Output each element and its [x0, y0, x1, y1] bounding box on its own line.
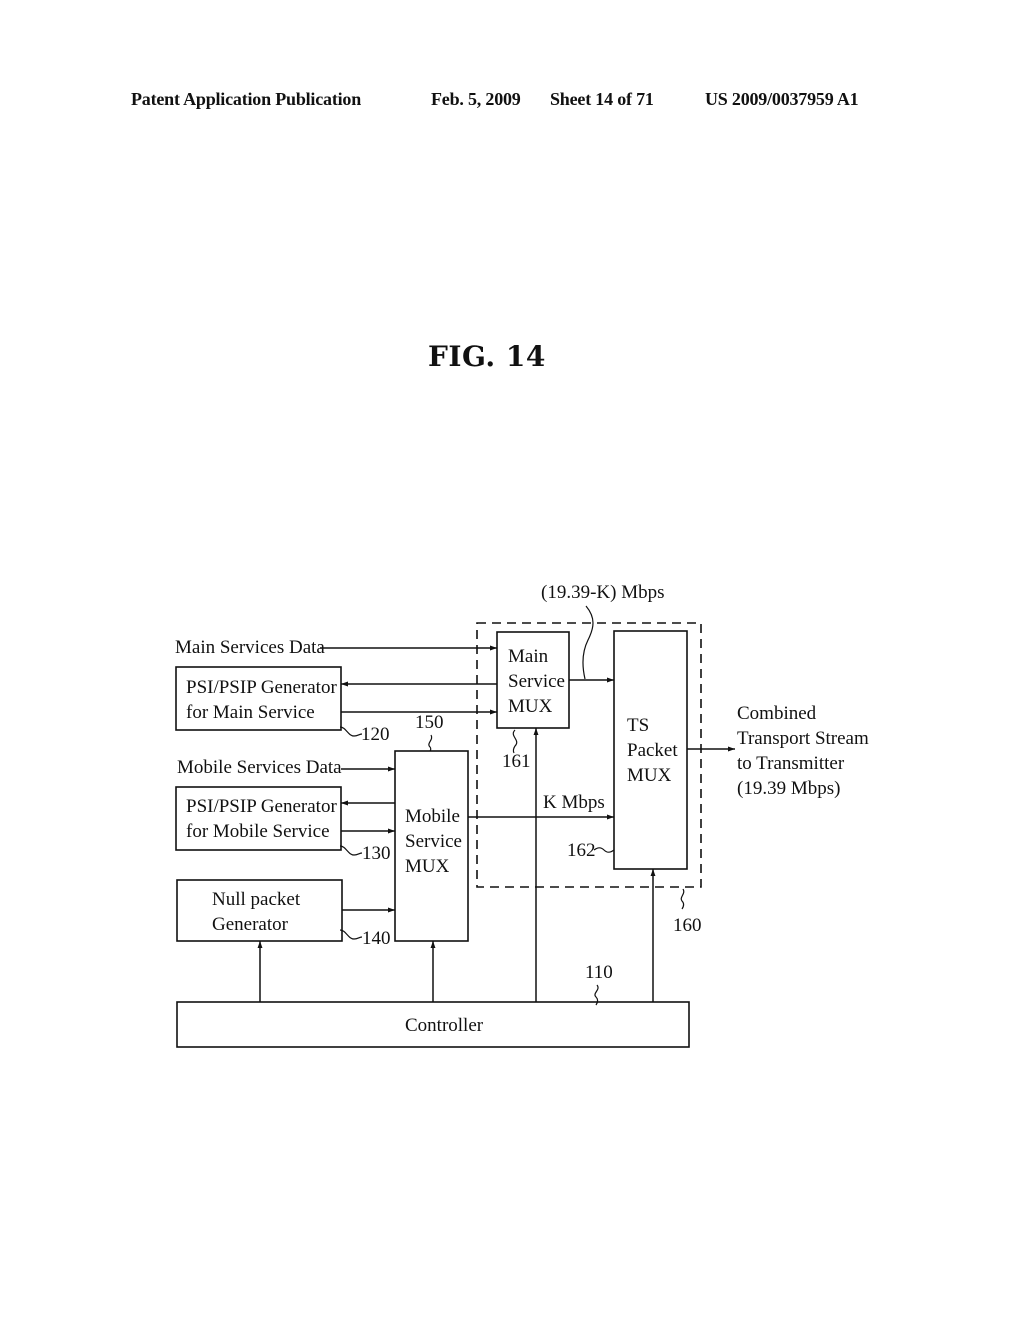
main-rate-label: (19.39-K) Mbps: [541, 582, 665, 603]
null-line1: Null packet: [212, 889, 301, 910]
main-mux-line2: Service: [508, 671, 565, 692]
main-mux-line1: Main: [508, 646, 549, 667]
mobile-mux-line2: Service: [405, 831, 462, 852]
ref-162-leader: [593, 847, 615, 853]
ref-140: 140: [362, 928, 391, 949]
ref-161-leader: [512, 729, 518, 754]
psi-mobile-line1: PSI/PSIP Generator: [186, 796, 337, 817]
ref-150: 150: [415, 712, 444, 733]
block-diagram: Main Services Data PSI/PSIP Generator fo…: [175, 582, 869, 1048]
controller-label: Controller: [405, 1015, 484, 1036]
mobile-mux-line3: MUX: [405, 856, 450, 877]
ref-162: 162: [567, 840, 596, 861]
output-line1: Combined: [737, 703, 817, 724]
mobile-services-data-label: Mobile Services Data: [177, 757, 342, 778]
ref-140-leader: [339, 929, 363, 940]
psi-mobile-line2: for Mobile Service: [186, 821, 330, 842]
output-line4: (19.39 Mbps): [737, 778, 840, 799]
ref-130: 130: [362, 843, 391, 864]
mobile-mux-line1: Mobile: [405, 806, 460, 827]
ref-110: 110: [585, 962, 613, 983]
mobile-rate-label: K Mbps: [543, 792, 605, 813]
ts-mux-line3: MUX: [627, 765, 672, 786]
null-line2: Generator: [212, 914, 289, 935]
ref-161: 161: [502, 751, 531, 772]
main-rate-leader: [582, 605, 594, 680]
ref-120: 120: [361, 724, 390, 745]
output-line2: Transport Stream: [737, 728, 869, 749]
psi-main-line2: for Main Service: [186, 702, 315, 723]
output-line3: to Transmitter: [737, 753, 845, 774]
ref-160: 160: [673, 915, 702, 936]
main-services-data-label: Main Services Data: [175, 637, 325, 658]
ref-130-leader: [339, 845, 363, 856]
main-mux-line3: MUX: [508, 696, 553, 717]
ref-120-leader: [339, 726, 363, 737]
ts-mux-line1: TS: [627, 715, 649, 736]
ts-mux-line2: Packet: [627, 740, 678, 761]
ref-160-leader: [680, 888, 685, 910]
ref-150-leader: [428, 734, 433, 752]
psi-main-line1: PSI/PSIP Generator: [186, 677, 337, 698]
